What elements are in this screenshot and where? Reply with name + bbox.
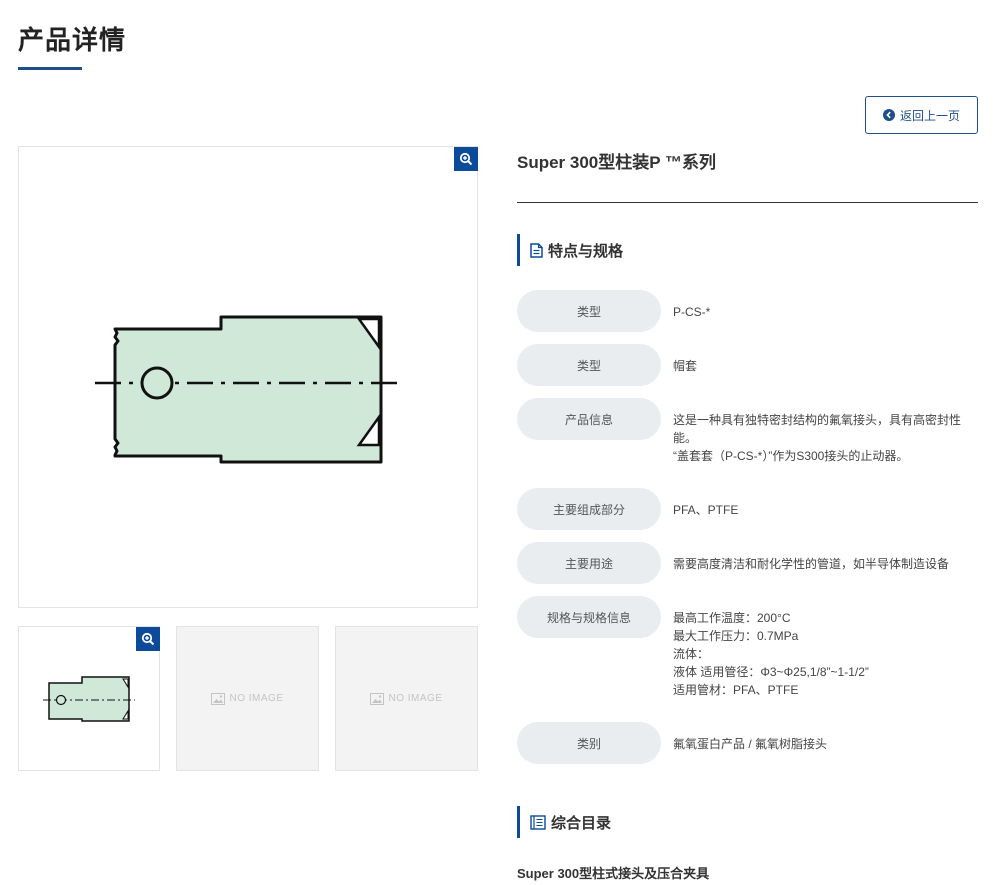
thumbnail-3[interactable]: NO IMAGE <box>335 626 478 771</box>
spec-value: 这是一种具有独特密封结构的氟氧接头，具有高密封性能。 “盖套套（P-CS-*）”… <box>673 411 968 465</box>
spec-label: 类型 <box>517 290 661 332</box>
catalog-item-link[interactable]: Super 300型柱式接头及压合夹具 <box>517 863 709 882</box>
spec-value-line: P-CS-* <box>673 305 711 319</box>
thumbnail-1[interactable] <box>18 626 160 771</box>
product-title: Super 300型柱装P ™系列 <box>517 153 717 172</box>
product-drawing <box>95 315 401 464</box>
page-title: 产品详情 <box>18 25 127 55</box>
title-underline <box>18 67 82 70</box>
spec-value: 帽套 <box>673 357 973 375</box>
spec-label: 主要组成部分 <box>517 488 661 530</box>
thumbnail-zoom-button[interactable] <box>136 627 160 651</box>
image-placeholder-icon <box>211 692 226 705</box>
catalog-book-icon <box>530 814 546 830</box>
spec-value-line: “盖套套（P-CS-*）”作为S300接头的止动器。 <box>673 449 909 463</box>
spec-value-line: 这是一种具有独特密封结构的氟氧接头，具有高密封性能。 <box>673 413 962 445</box>
spec-label: 类型 <box>517 344 661 386</box>
main-product-image[interactable] <box>18 146 478 608</box>
arrow-left-circle-icon <box>882 109 895 121</box>
spec-value: 需要高度清洁和耐化学性的管道，如半导体制造设备 <box>673 555 973 573</box>
spec-value-line: 需要高度清洁和耐化学性的管道，如半导体制造设备 <box>673 557 950 571</box>
document-icon <box>530 242 543 258</box>
catalog-section-heading: 综合目录 <box>517 806 611 838</box>
spec-value: 最高工作温度：200°C 最大工作压力：0.7MPa 流体： 液体 适用管径：Φ… <box>673 609 973 699</box>
back-button[interactable]: 返回上一页 <box>865 96 978 134</box>
no-image-label: NO IMAGE <box>229 693 284 704</box>
spec-value-line: 最大工作压力：0.7MPa <box>673 629 799 643</box>
spec-value-line: 最高工作温度：200°C <box>673 611 791 625</box>
no-image-label: NO IMAGE <box>388 693 443 704</box>
spec-label: 产品信息 <box>517 398 661 440</box>
spec-value: 氟氧蛋白产品 / 氟氧树脂接头 <box>673 735 973 753</box>
divider <box>517 202 978 203</box>
zoom-in-button[interactable] <box>454 147 478 171</box>
spec-value: P-CS-* <box>673 303 973 321</box>
spec-value-line: PFA、PTFE <box>673 503 739 517</box>
spec-value-line: 液体 适用管径：Φ3~Φ25,1/8”~1-1/2” <box>673 665 869 679</box>
zoom-in-icon <box>459 152 473 166</box>
back-button-label: 返回上一页 <box>899 108 960 123</box>
spec-value-line: 帽套 <box>673 359 698 373</box>
spec-value-line: 适用管材：PFA、PTFE <box>673 683 799 697</box>
image-placeholder-icon <box>370 692 385 705</box>
thumbnail-2[interactable]: NO IMAGE <box>176 626 319 771</box>
spec-section-heading: 特点与规格 <box>517 234 623 266</box>
zoom-in-icon <box>141 632 155 646</box>
spec-value: PFA、PTFE <box>673 501 973 519</box>
spec-value-line[interactable]: 氟氧蛋白产品 / 氟氧树脂接头 <box>673 735 973 753</box>
spec-section-title: 特点与规格 <box>548 242 624 260</box>
spec-label: 类别 <box>517 722 661 764</box>
spec-label: 规格与规格信息 <box>517 596 661 638</box>
catalog-section-title: 综合目录 <box>551 814 612 832</box>
spec-label: 主要用途 <box>517 542 661 584</box>
spec-value-line: 流体： <box>673 647 710 661</box>
